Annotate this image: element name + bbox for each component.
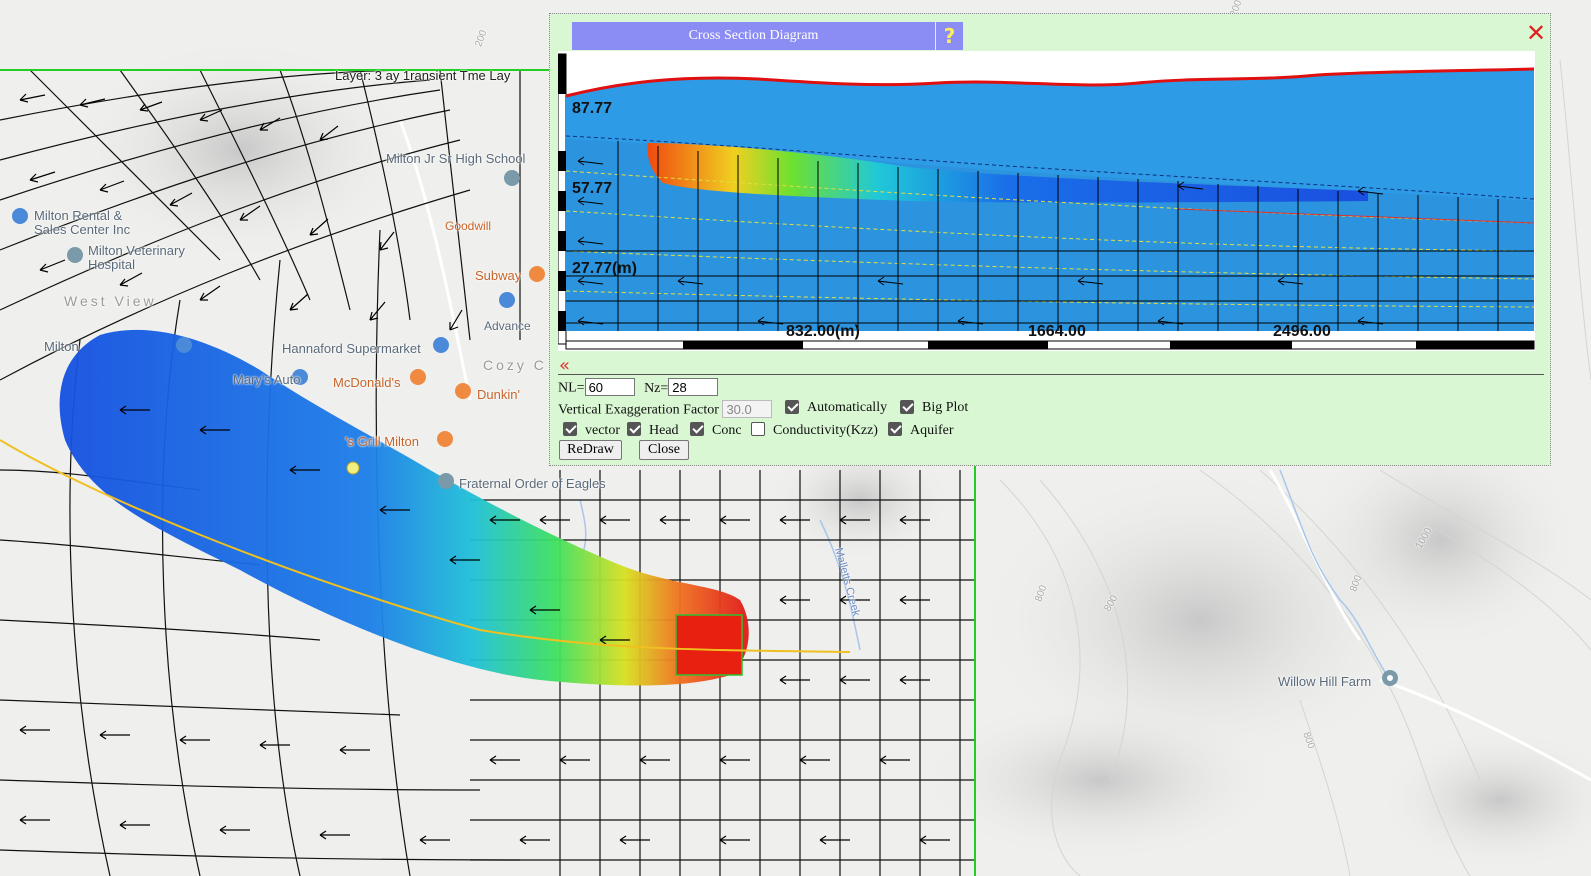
vef-input[interactable] [722,400,773,418]
conc-label: Conc [712,423,742,438]
map-label-willow-hill[interactable]: Willow Hill Farm [1278,674,1371,689]
x-axis-segment [928,341,1048,349]
map-label-subway[interactable]: Subway [475,268,521,283]
grill-pin [437,431,453,447]
map-label-cozy: Cozy C [483,357,547,373]
vef-row: Vertical Exaggeration Factor [558,400,773,419]
conductivity-label: Conductivity(Kzz) [773,423,878,438]
conc-checkbox[interactable] [690,422,704,436]
map-label-rental-2[interactable]: Sales Center Inc [34,222,130,237]
vet-pin [67,247,83,263]
map-label-school[interactable]: Milton Jr Sr High School [386,151,525,166]
map-overlay-title: Layer: 3 ay 1ransient Tme Lay [335,68,511,83]
x-label-1: 832.00(m) [786,323,860,340]
y-axis-segment [558,191,566,211]
big-plot-label: Big Plot [922,400,969,415]
nl-input[interactable] [584,378,635,396]
help-button[interactable]: ? [936,22,963,50]
map-label-milton[interactable]: Milton [44,339,79,354]
x-label-3: 2496.00 [1273,323,1331,340]
dunkin-pin [455,383,471,399]
cross-section-dialog: Cross Section Diagram ? ✕ 87.77 57.77 27… [549,13,1551,466]
nl-label: NL= [558,380,585,396]
source-cell [675,614,743,676]
nz-label: Nz= [644,380,669,396]
advance-pin [499,292,515,308]
milton-pin [176,337,192,353]
y-axis-segment [558,311,566,331]
divider [558,374,1544,375]
dialog-title[interactable]: Cross Section Diagram [572,22,935,50]
head-label: Head [649,423,679,438]
y-label-top: 87.77 [572,100,612,117]
willow-hill-pin-dot [1387,675,1393,681]
redraw-button[interactable]: ReDraw [559,440,622,460]
aquifer-checkbox[interactable] [888,422,902,436]
collapse-icon[interactable]: « [559,357,570,375]
map-label-vet-1[interactable]: Milton Veterinary [88,243,185,258]
x-axis-segment [683,341,803,349]
x-axis-segment [1170,341,1292,349]
y-axis-segment [558,231,566,251]
x-axis-segment [1416,341,1534,349]
observation-point [346,461,360,475]
subway-pin [529,266,545,282]
map-label-vet-2[interactable]: Hospital [88,257,135,272]
y-axis-segment [558,151,566,171]
mcdonalds-pin [410,369,426,385]
head-checkbox[interactable] [627,422,641,436]
vef-label: Vertical Exaggeration Factor [558,402,719,418]
nl-row: NL= Nz= [558,378,719,397]
y-axis-segment [558,54,566,94]
map-label-advance[interactable]: Advance [484,319,531,333]
map-label-grill[interactable]: 's Grill Milton [345,434,419,449]
aquifer-label: Aquifer [910,423,954,438]
map-label-west-view: West View [64,293,157,309]
cross-section-plot: 87.77 57.77 27.77(m) 832.00(m) 1664.00 2… [558,51,1535,351]
automatically-checkbox[interactable] [785,400,799,414]
vector-label: vector [585,423,620,438]
map-label-marys-auto[interactable]: Mary's Auto [233,372,301,387]
y-label-mid: 57.77 [572,180,612,197]
x-label-2: 1664.00 [1028,323,1086,340]
nz-input[interactable] [668,378,719,396]
eagles-pin [438,473,454,489]
big-plot-checkbox[interactable] [900,400,914,414]
close-icon[interactable]: ✕ [1525,21,1547,45]
map-label-eagles[interactable]: Fraternal Order of Eagles [459,476,606,491]
hannaford-pin [433,337,449,353]
y-label-bottom: 27.77(m) [572,260,637,277]
map-label-goodwill[interactable]: Goodwill [445,219,491,233]
map-label-hannaford[interactable]: Hannaford Supermarket [282,341,421,356]
automatically-label: Automatically [807,400,888,415]
map-label-dunkin[interactable]: Dunkin' [477,387,520,402]
map-label-rental-1[interactable]: Milton Rental & [34,208,122,223]
school-pin [504,170,520,186]
close-button[interactable]: Close [639,440,689,460]
y-axis-segment [558,271,566,291]
rental-pin [12,208,28,224]
conductivity-checkbox[interactable] [751,422,765,436]
vector-checkbox[interactable] [563,422,577,436]
map-label-mcdonalds[interactable]: McDonald's [333,375,401,390]
